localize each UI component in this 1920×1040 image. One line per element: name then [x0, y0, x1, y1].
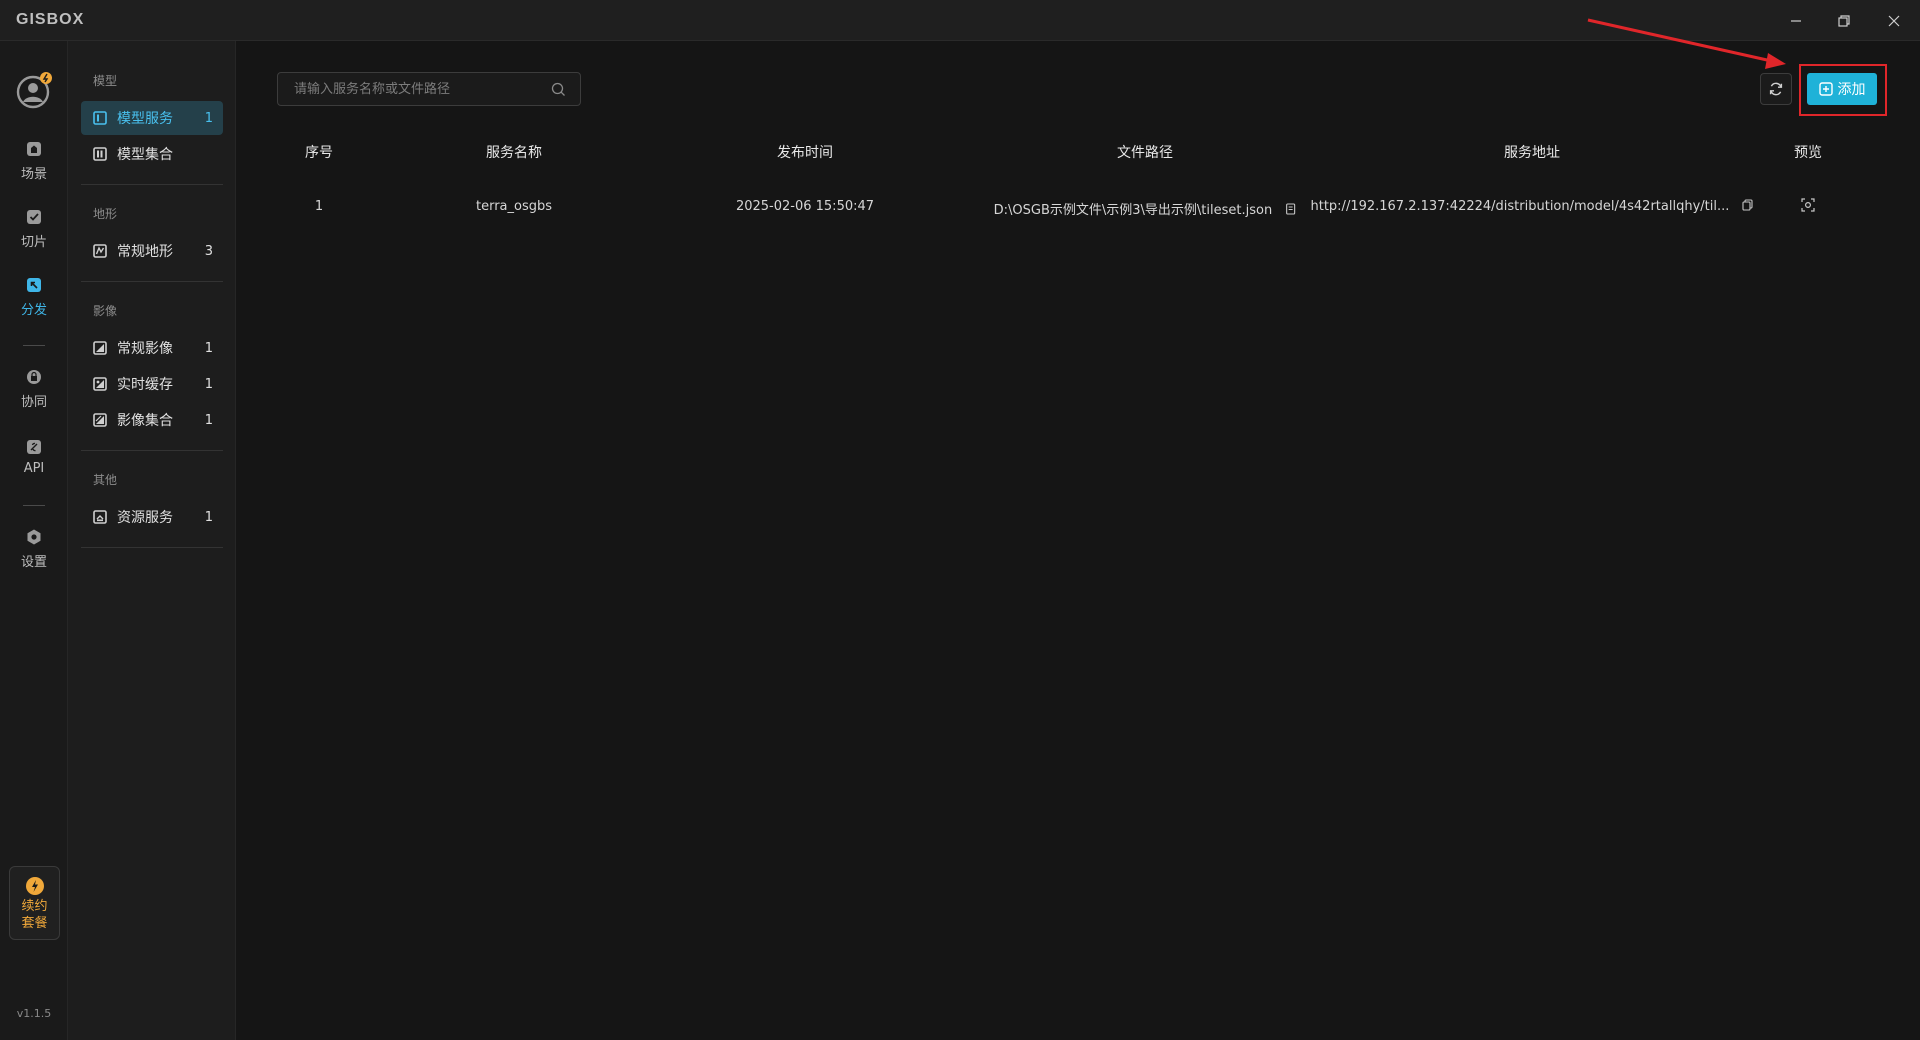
- cell-path-text: D:\OSGB示例文件\示例3\导出示例\tileset.json: [993, 203, 1273, 218]
- group-title-model: 模型: [93, 74, 118, 88]
- sidebar-item-model-collection[interactable]: 模型集合: [81, 137, 223, 171]
- rail-item-tile[interactable]: 切片: [0, 200, 68, 256]
- cell-index: 1: [314, 199, 324, 214]
- sidebar-item-count: 1: [204, 509, 213, 525]
- minimize-button[interactable]: [1774, 6, 1818, 36]
- avatar-icon: [16, 72, 52, 109]
- sidebar: 模型 模型服务 1 模型集合 地形 常规地形 3 影像 常规影像 1 实时缓存 …: [68, 41, 236, 1040]
- preview-icon[interactable]: [1801, 198, 1815, 212]
- rail-item-label: API: [23, 460, 45, 476]
- sidebar-item-count: 3: [204, 243, 213, 259]
- renew-label-line2: 套餐: [21, 916, 48, 931]
- column-header-url: 服务地址: [1504, 145, 1560, 161]
- settings-icon: [27, 529, 41, 544]
- sidebar-item-label: 模型集合: [117, 147, 173, 163]
- sidebar-item-terrain[interactable]: 常规地形 3: [81, 234, 223, 268]
- sidebar-item-model-service[interactable]: 模型服务 1: [81, 101, 223, 135]
- rail-item-collab[interactable]: 协同: [0, 360, 68, 416]
- sidebar-item-label: 影像集合: [117, 413, 173, 429]
- cell-url-text: http://192.167.2.137:42224/distribution/…: [1310, 199, 1730, 214]
- search-input[interactable]: [278, 73, 538, 105]
- restore-button[interactable]: [1822, 6, 1866, 36]
- cell-url: http://192.167.2.137:42224/distribution/…: [1310, 199, 1753, 214]
- rail-divider: [23, 345, 45, 346]
- group-divider: [81, 450, 223, 451]
- api-icon: [27, 439, 41, 454]
- resource-icon: [93, 510, 107, 524]
- rail-item-label: 分发: [20, 302, 47, 318]
- search-icon[interactable]: [551, 82, 566, 97]
- column-header-preview: 预览: [1794, 145, 1822, 161]
- tile-icon: [27, 209, 41, 224]
- app-version: v1.1.5: [16, 1007, 52, 1020]
- collab-icon: [27, 369, 41, 384]
- sidebar-item-resource-service[interactable]: 资源服务 1: [81, 500, 223, 534]
- close-icon: [1888, 15, 1900, 27]
- imagery-collection-icon: [93, 413, 107, 427]
- terrain-icon: [93, 244, 107, 258]
- sidebar-item-label: 实时缓存: [117, 377, 173, 393]
- add-button[interactable]: 添加: [1807, 73, 1877, 105]
- sidebar-item-imagery-collection[interactable]: 影像集合 1: [81, 403, 223, 437]
- app-logo: GISBOX: [16, 11, 85, 28]
- scene-icon: [27, 141, 41, 156]
- model-icon: [93, 111, 107, 125]
- distribute-icon: [27, 277, 41, 292]
- group-divider: [81, 184, 223, 185]
- column-header-index: 序号: [305, 145, 333, 161]
- search-box: [277, 72, 581, 106]
- group-title-other: 其他: [93, 473, 118, 487]
- group-title-imagery: 影像: [93, 304, 118, 318]
- cell-time: 2025-02-06 15:50:47: [735, 199, 875, 214]
- rail-item-label: 切片: [20, 234, 47, 250]
- cell-path: D:\OSGB示例文件\示例3\导出示例\tileset.json: [994, 199, 1297, 218]
- group-divider: [81, 547, 223, 548]
- sidebar-item-count: 1: [204, 412, 213, 428]
- left-rail: 场景 切片 分发 协同 API 设置 续约 套餐 v1.1.5: [0, 41, 68, 1040]
- refresh-icon: [1769, 82, 1783, 96]
- sidebar-item-imagery[interactable]: 常规影像 1: [81, 331, 223, 365]
- cell-name: terra_osgbs: [475, 199, 553, 214]
- rail-item-distribute[interactable]: 分发: [0, 268, 68, 324]
- rail-item-settings[interactable]: 设置: [0, 520, 68, 576]
- refresh-button[interactable]: [1760, 73, 1792, 105]
- sidebar-item-count: 1: [204, 376, 213, 392]
- rail-item-label: 设置: [20, 554, 47, 570]
- sidebar-item-count: 1: [204, 340, 213, 356]
- sidebar-item-label: 模型服务: [117, 111, 173, 127]
- column-header-name: 服务名称: [486, 145, 542, 161]
- minimize-icon: [1791, 20, 1801, 22]
- add-button-label: 添加: [1837, 82, 1866, 98]
- add-icon: [1818, 82, 1833, 96]
- title-bar: GISBOX: [0, 0, 1920, 41]
- renew-plan-button[interactable]: 续约 套餐: [9, 866, 60, 940]
- rail-item-api[interactable]: API: [0, 428, 68, 484]
- imagery-icon: [93, 341, 107, 355]
- rail-item-label: 场景: [20, 166, 47, 182]
- user-avatar[interactable]: [14, 71, 54, 111]
- column-header-path: 文件路径: [1117, 145, 1173, 161]
- column-header-time: 发布时间: [777, 145, 833, 161]
- lightning-icon: [25, 877, 44, 895]
- group-divider: [81, 281, 223, 282]
- rail-item-scene[interactable]: 场景: [0, 132, 68, 188]
- sidebar-item-count: 1: [204, 110, 213, 126]
- sidebar-item-label: 资源服务: [117, 510, 173, 526]
- cache-icon: [93, 377, 107, 391]
- renew-label-line1: 续约: [21, 899, 48, 914]
- sidebar-item-label: 常规影像: [117, 341, 173, 357]
- close-button[interactable]: [1872, 6, 1916, 36]
- model-collection-icon: [93, 147, 107, 161]
- sidebar-item-realtime-cache[interactable]: 实时缓存 1: [81, 367, 223, 401]
- sidebar-item-label: 常规地形: [117, 244, 173, 260]
- main-content: 添加 序号 服务名称 发布时间 文件路径 服务地址 预览 1 terra_osg…: [237, 41, 1920, 1040]
- rail-item-label: 协同: [20, 394, 47, 410]
- restore-icon: [1838, 15, 1850, 27]
- copy-url-icon[interactable]: [1742, 199, 1754, 211]
- group-title-terrain: 地形: [93, 207, 118, 221]
- rail-divider: [23, 505, 45, 506]
- copy-path-icon[interactable]: [1284, 203, 1296, 215]
